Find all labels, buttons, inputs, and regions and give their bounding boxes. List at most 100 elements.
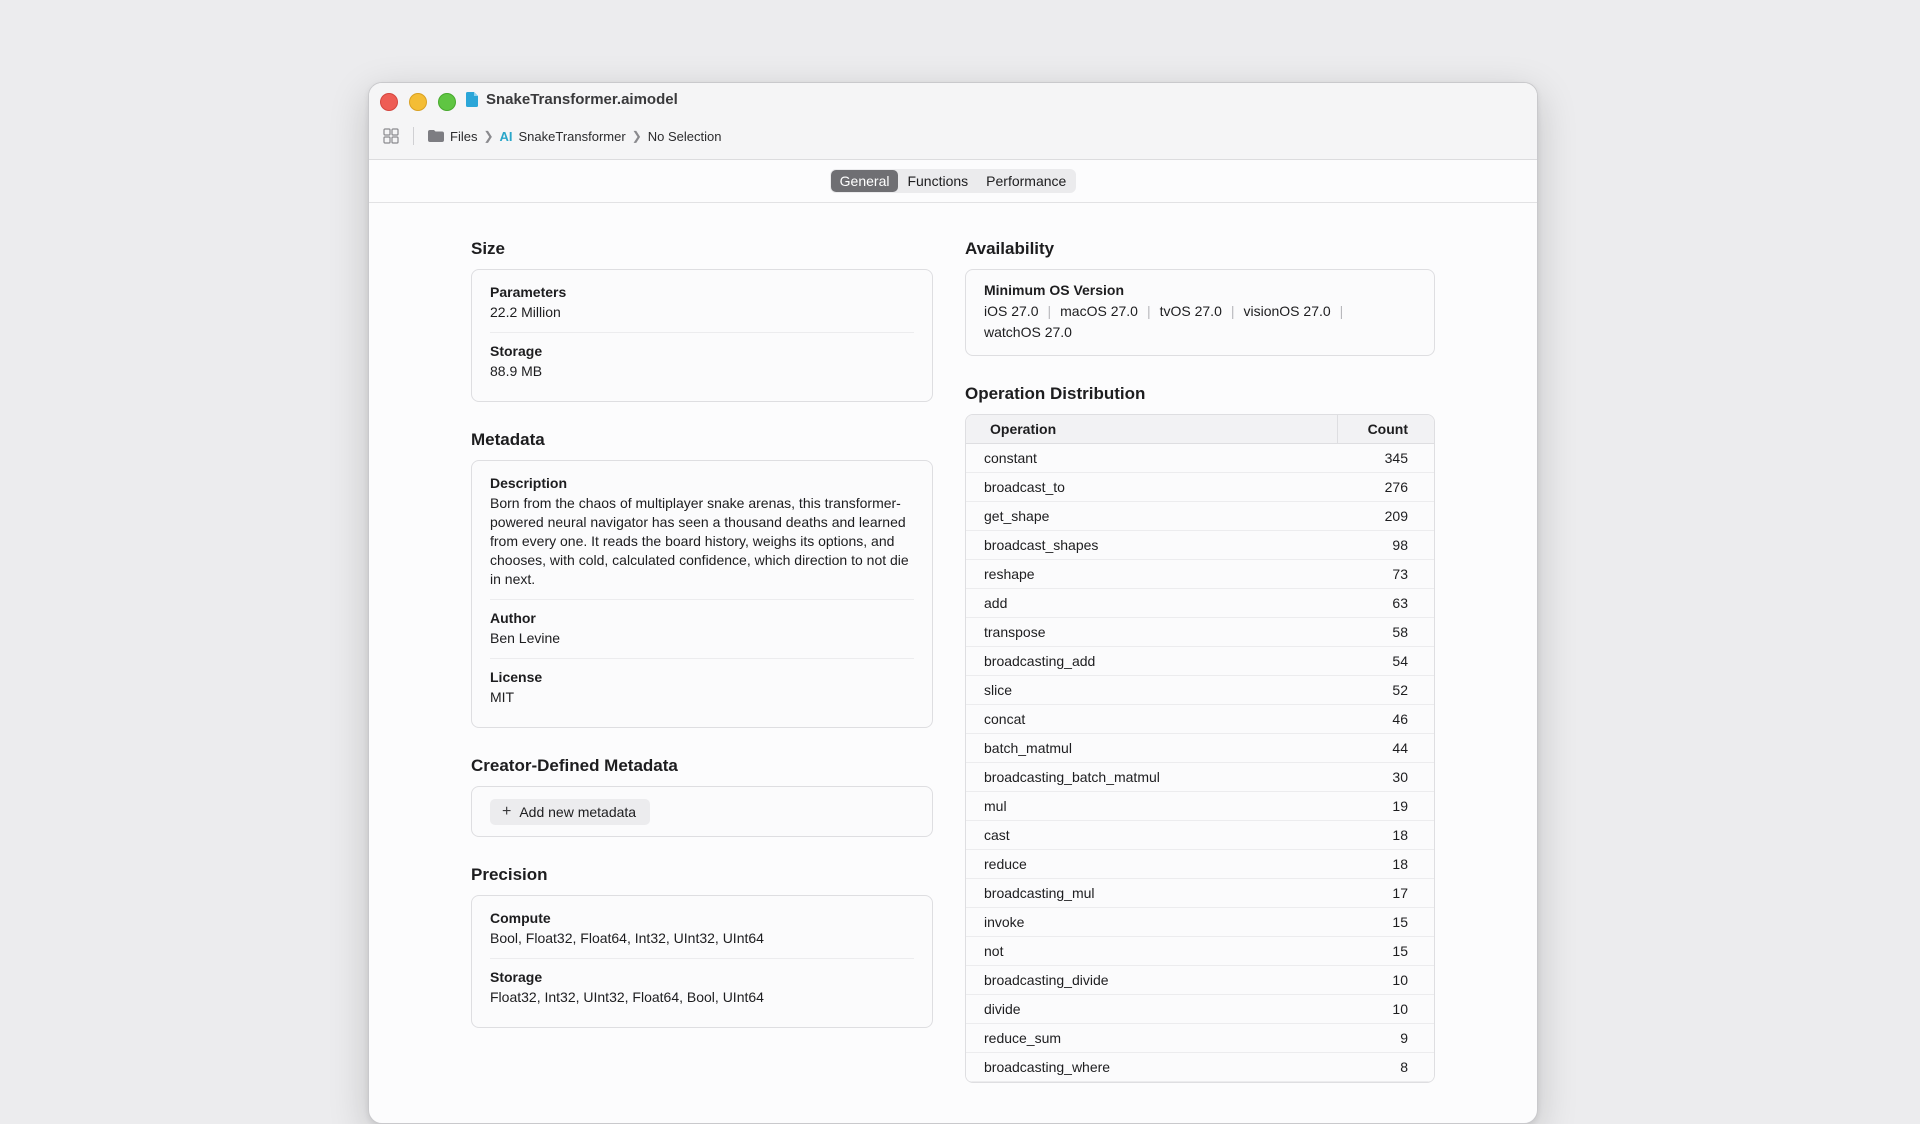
operation-name-cell: broadcast_shapes [966,531,1337,560]
operation-count-cell: 276 [1337,473,1434,502]
column-header-count[interactable]: Count [1337,415,1434,444]
tab-functions[interactable]: Functions [898,170,977,192]
titlebar: SnakeTransformer.aimodel Files ❯ AI Snak… [369,83,1537,160]
tab-performance[interactable]: Performance [977,170,1075,192]
precision-section-title: Precision [471,865,548,884]
os-version-macos: macOS 27.0 [1060,303,1138,319]
table-row[interactable]: broadcasting_batch_matmul 30 [966,763,1434,792]
column-header-operation[interactable]: Operation [966,415,1337,444]
breadcrumb-selection-label: No Selection [647,128,722,144]
table-row[interactable]: concat 46 [966,705,1434,734]
table-row[interactable]: mul 19 [966,792,1434,821]
breadcrumb-files[interactable]: Files [428,129,477,144]
operation-name-cell: get_shape [966,502,1337,531]
table-row[interactable]: get_shape 209 [966,502,1434,531]
table-row[interactable]: broadcast_to 276 [966,473,1434,502]
operation-count-cell: 209 [1337,502,1434,531]
metadata-section-title: Metadata [471,430,545,449]
operation-name-cell: reduce [966,850,1337,879]
os-version-watchos: watchOS 27.0 [984,324,1072,340]
window-title-text: SnakeTransformer.aimodel [486,91,678,108]
license-value: MIT [490,689,515,705]
segmented-control: General Functions Performance [829,169,1077,193]
storage-field: Storage 88.9 MB [490,332,914,391]
precision-storage-field: Storage Float32, Int32, UInt32, Float64,… [490,958,914,1017]
operation-name-cell: broadcasting_add [966,647,1337,676]
table-row[interactable]: cast 18 [966,821,1434,850]
operation-count-cell: 30 [1337,763,1434,792]
parameters-field: Parameters 22.2 Million [490,282,914,332]
operation-name-cell: reshape [966,560,1337,589]
operation-name-cell: transpose [966,618,1337,647]
breadcrumb-chevron-icon: ❯ [483,129,494,143]
zoom-window-button[interactable] [438,93,456,111]
table-row[interactable]: broadcasting_where 8 [966,1053,1434,1082]
operations-section-title: Operation Distribution [965,384,1146,403]
minimize-window-button[interactable] [409,93,427,111]
metadata-card: Description Born from the chaos of multi… [471,460,933,728]
operation-name-cell: reduce_sum [966,1024,1337,1053]
operation-count-cell: 54 [1337,647,1434,676]
table-row[interactable]: add 63 [966,589,1434,618]
parameters-label: Parameters [490,284,567,300]
table-row[interactable]: broadcasting_divide 10 [966,966,1434,995]
table-row[interactable]: divide 10 [966,995,1434,1024]
close-window-button[interactable] [380,93,398,111]
operation-count-cell: 73 [1337,560,1434,589]
grid-view-icon[interactable] [383,128,399,144]
os-separator: | [1339,303,1344,319]
table-row[interactable]: constant 345 [966,444,1434,473]
table-row[interactable]: reduce 18 [966,850,1434,879]
operation-count-cell: 10 [1337,966,1434,995]
operation-count-cell: 52 [1337,676,1434,705]
operation-name-cell: divide [966,995,1337,1024]
table-row[interactable]: batch_matmul 44 [966,734,1434,763]
tab-general[interactable]: General [830,170,899,192]
table-row[interactable]: broadcasting_add 54 [966,647,1434,676]
operation-name-cell: broadcast_to [966,473,1337,502]
table-row[interactable]: invoke 15 [966,908,1434,937]
os-separator: | [1146,303,1151,319]
operation-count-cell: 345 [1337,444,1434,473]
table-row[interactable]: slice 52 [966,676,1434,705]
os-separator: | [1047,303,1052,319]
operation-count-cell: 15 [1337,908,1434,937]
operation-name-cell: add [966,589,1337,618]
toolbar-divider [413,127,414,145]
add-metadata-button[interactable]: + Add new metadata [490,799,651,825]
license-label: License [490,669,543,685]
table-row[interactable]: not 15 [966,937,1434,966]
creator-metadata-card: + Add new metadata [471,786,933,837]
size-section-title: Size [471,239,506,258]
operation-name-cell: concat [966,705,1337,734]
table-header-row: Operation Count [966,415,1434,444]
description-field: Description Born from the chaos of multi… [490,473,914,599]
operation-count-cell: 44 [1337,734,1434,763]
operation-distribution-table: Operation Count constant 345 broadcast_to 2… [965,414,1435,1083]
breadcrumb-selection[interactable]: No Selection [648,129,722,144]
table-row[interactable]: broadcasting_mul 17 [966,879,1434,908]
operation-count-cell: 63 [1337,589,1434,618]
operation-name-cell: broadcasting_where [966,1053,1337,1082]
creator-metadata-section-title: Creator-Defined Metadata [471,756,678,775]
window-controls [380,93,456,111]
left-column: Size Parameters 22.2 Million Storage 88.… [471,239,933,1056]
os-version-visionos: visionOS 27.0 [1243,303,1331,319]
compute-value: Bool, Float32, Float64, Int32, UInt32, U… [490,930,764,946]
operation-count-cell: 10 [1337,995,1434,1024]
author-label: Author [490,610,536,626]
description-label: Description [490,475,568,491]
precision-storage-value: Float32, Int32, UInt32, Float64, Bool, U… [490,989,764,1005]
min-os-label: Minimum OS Version [984,282,1125,298]
storage-label: Storage [490,343,543,359]
operation-name-cell: invoke [966,908,1337,937]
table-row[interactable]: broadcast_shapes 98 [966,531,1434,560]
operation-name-cell: slice [966,676,1337,705]
ai-model-icon: AI [499,128,513,144]
table-row[interactable]: reshape 73 [966,560,1434,589]
operation-name-cell: cast [966,821,1337,850]
table-row[interactable]: transpose 58 [966,618,1434,647]
table-row[interactable]: reduce_sum 9 [966,1024,1434,1053]
breadcrumb-model[interactable]: AI SnakeTransformer [500,129,626,144]
plus-icon: + [502,803,512,820]
